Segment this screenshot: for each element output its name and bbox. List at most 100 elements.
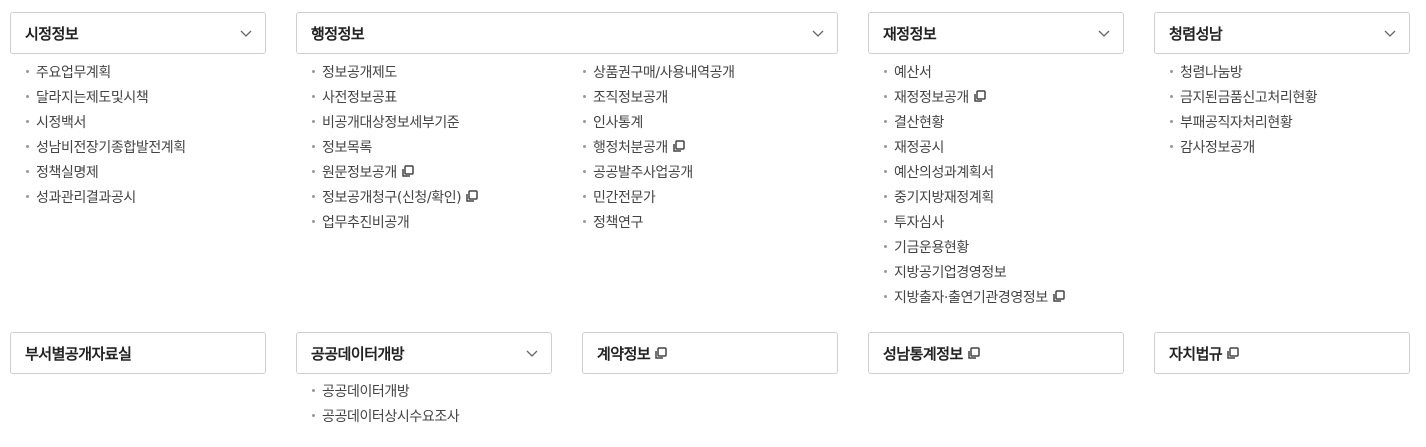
list-item-label: 성과관리결과공시 (36, 190, 136, 206)
list-item[interactable]: 시정백서 (26, 114, 186, 139)
list-item-label: 업무추진비공개 (322, 215, 410, 231)
bullet-icon (312, 70, 315, 73)
list-item-label: 감사정보공개 (1180, 140, 1255, 156)
list-item[interactable]: 정보공개청구(신청/확인) (312, 189, 478, 214)
open-data-list: 공공데이터개방공공데이터상시수요조사 (312, 383, 460, 433)
list-item-label: 중기지방재정계획 (894, 190, 994, 206)
bullet-icon (312, 95, 315, 98)
list-item[interactable]: 정보공개제도 (312, 64, 478, 89)
list-item-label: 공공데이터개방 (322, 384, 410, 400)
list-item[interactable]: 금지된금품신고처리현황 (1170, 89, 1318, 114)
list-item-label: 사전정보공표 (322, 90, 397, 106)
menu-admin-info[interactable]: 행정정보 (296, 12, 838, 54)
bullet-icon (26, 170, 29, 173)
list-item[interactable]: 업무추진비공개 (312, 214, 478, 239)
list-item[interactable]: 청렴나눔방 (1170, 64, 1317, 89)
list-item-label: 민간전문가 (593, 190, 656, 206)
menu-title: 자치법규 (1169, 344, 1223, 363)
bullet-icon (884, 120, 887, 123)
list-item[interactable]: 상품권구매/사용내역공개 (583, 64, 735, 89)
list-item[interactable]: 공공발주사업공개 (583, 164, 735, 189)
bullet-icon (312, 220, 315, 223)
list-item[interactable]: 정책연구 (583, 214, 735, 239)
copy-icon (1227, 346, 1239, 359)
list-item[interactable]: 달라지는제도및시책 (26, 89, 186, 114)
list-item[interactable]: 지방출자·출연기관경영정보 (884, 289, 1065, 314)
list-item[interactable]: 결산현황 (884, 114, 1065, 139)
bullet-icon (312, 195, 315, 198)
list-item[interactable]: 비공개대상정보세부기준 (312, 114, 478, 139)
integrity-list: 청렴나눔방금지된금품신고처리현황 부패공직자처리현황감사정보공개 (1170, 64, 1318, 164)
menu-finance-info[interactable]: 재정정보 (868, 12, 1124, 54)
list-item-label: 재정공시 (894, 140, 944, 156)
list-item[interactable]: 정보목록 (312, 139, 478, 164)
menu-local-law[interactable]: 자치법규 (1154, 332, 1410, 374)
finance-info-list: 예산서 재정정보공개 결산현황 재정공시예산의성과계획서중기지방재정계획투자심사 기금운… (884, 64, 1065, 314)
list-item[interactable]: 정책실명제 (26, 164, 186, 189)
menu-title: 성남통계정보 (883, 344, 963, 363)
list-item-label: 성남비전장기종합발전계획 (36, 140, 186, 156)
bullet-icon (26, 120, 29, 123)
list-item[interactable]: 예산서 (884, 64, 1065, 89)
list-item[interactable]: 감사정보공개 (1170, 139, 1317, 164)
list-item[interactable]: 중기지방재정계획 (884, 189, 1065, 214)
list-item-label: 정보공개청구(신청/확인) (322, 190, 462, 206)
bullet-icon (312, 145, 315, 148)
list-item[interactable]: 성과관리결과공시 (26, 189, 186, 214)
list-item-label: 지방출자·출연기관경영정보 (894, 290, 1048, 306)
copy-icon (974, 90, 986, 102)
list-item-label: 정보공개제도 (322, 65, 397, 81)
menu-open-data[interactable]: 공공데이터개방 (296, 332, 552, 374)
list-item[interactable]: 지방공기업경영정보 (884, 264, 1065, 289)
list-item[interactable]: 공공데이터개방 (312, 383, 459, 408)
copy-icon (466, 190, 478, 202)
list-item[interactable]: 투자심사 (884, 214, 1065, 239)
menu-title: 청렴성남 (1169, 24, 1223, 43)
list-item[interactable]: 인사통계 (583, 114, 735, 139)
list-item-label: 예산의성과계획서 (894, 165, 994, 181)
bullet-icon (583, 170, 586, 173)
list-item-label: 부패공직자처리현황 (1180, 115, 1293, 131)
menu-contract-info[interactable]: 계약정보 (582, 332, 838, 374)
list-item[interactable]: 주요업무계획 (26, 64, 186, 89)
bullet-icon (884, 270, 887, 273)
list-item[interactable]: 민간전문가 (583, 189, 735, 214)
menu-title: 계약정보 (597, 344, 651, 363)
copy-icon (655, 346, 667, 359)
list-item-label: 조직정보공개 (593, 90, 668, 106)
list-item-label: 주요업무계획 (36, 65, 111, 81)
list-item-label: 청렴나눔방 (1180, 65, 1243, 81)
chevron-down-icon (240, 30, 252, 37)
list-item[interactable]: 재정정보공개 (884, 89, 1065, 114)
menu-seongnam-stats[interactable]: 성남통계정보 (868, 332, 1124, 374)
menu-dept-archive[interactable]: 부서별공개자료실 (10, 332, 266, 374)
list-item[interactable]: 사전정보공표 (312, 89, 478, 114)
list-item[interactable]: 원문정보공개 (312, 164, 478, 189)
copy-icon (1053, 290, 1065, 302)
list-item[interactable]: 예산의성과계획서 (884, 164, 1065, 189)
chevron-down-icon (1384, 30, 1396, 37)
bullet-icon (583, 145, 586, 148)
list-item[interactable]: 행정처분공개 (583, 139, 735, 164)
bullet-icon (1170, 70, 1173, 73)
list-item-label: 인사통계 (593, 115, 643, 131)
bullet-icon (26, 195, 29, 198)
bullet-icon (1170, 95, 1173, 98)
list-item-label: 시정백서 (36, 115, 86, 131)
list-item-label: 정보목록 (322, 140, 372, 156)
list-item-label: 상품권구매/사용내역공개 (593, 65, 735, 81)
menu-title: 공공데이터개방 (311, 344, 405, 363)
list-item[interactable]: 조직정보공개 (583, 89, 735, 114)
list-item[interactable]: 부패공직자처리현황 (1170, 114, 1317, 139)
list-item[interactable]: 성남비전장기종합발전계획 (26, 139, 186, 164)
list-item[interactable]: 기금운용현황 (884, 239, 1065, 264)
menu-title: 부서별공개자료실 (25, 344, 132, 363)
city-info-list: 주요업무계획달라지는제도및시책 시정백서성남비전장기종합발전계획정책실명제 성과관리… (26, 64, 186, 214)
bullet-icon (1170, 120, 1173, 123)
list-item-label: 정책연구 (593, 215, 643, 231)
menu-city-info[interactable]: 시정정보 (10, 12, 266, 54)
list-item[interactable]: 재정공시 (884, 139, 1065, 164)
list-item[interactable]: 공공데이터상시수요조사 (312, 408, 460, 433)
menu-integrity[interactable]: 청렴성남 (1154, 12, 1410, 54)
copy-icon (968, 346, 980, 359)
